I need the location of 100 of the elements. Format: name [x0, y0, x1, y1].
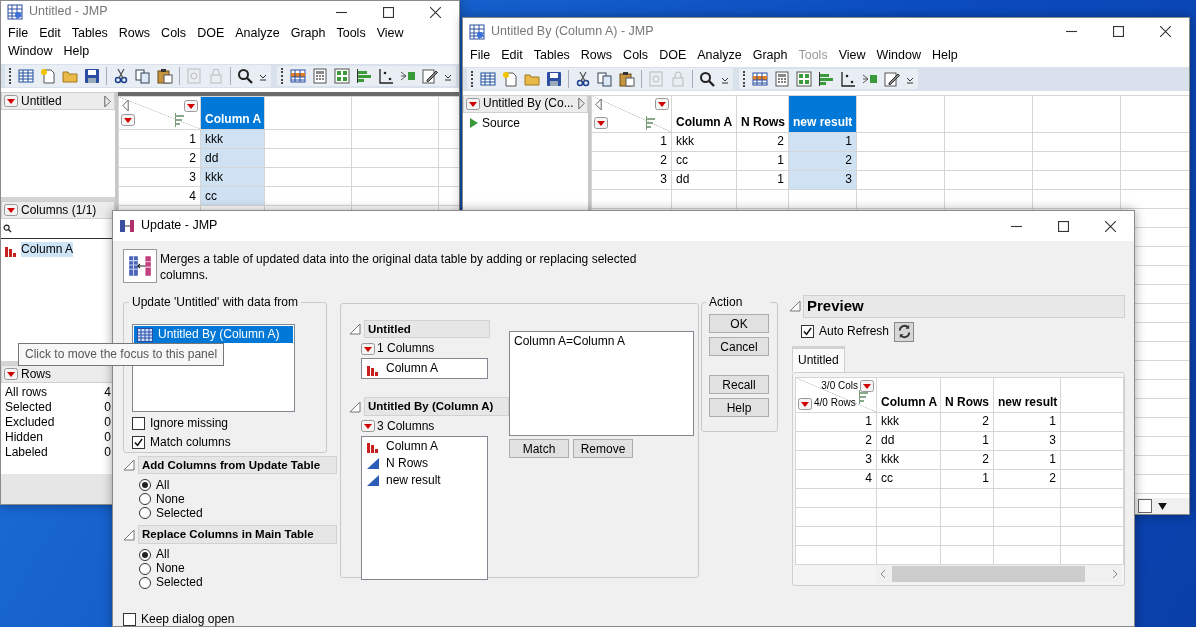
section-header[interactable]: Preview — [803, 295, 1125, 318]
search-icon[interactable] — [3, 224, 12, 234]
axes-icon[interactable] — [840, 70, 856, 87]
scrollbar-thumb[interactable] — [892, 565, 1085, 582]
menu-item[interactable]: Help — [927, 47, 964, 65]
list-item[interactable]: Column A — [363, 360, 486, 378]
menu-item[interactable]: Graph — [747, 47, 794, 65]
collapse-icon[interactable] — [121, 99, 130, 113]
grid-icon[interactable] — [334, 68, 350, 85]
checkbox[interactable] — [801, 325, 814, 339]
disclosure-icon[interactable] — [789, 300, 801, 313]
search-icon[interactable] — [699, 70, 715, 87]
maximize-icon[interactable] — [1113, 26, 1124, 37]
menu-item[interactable]: Cols — [618, 47, 655, 65]
folder-icon[interactable] — [62, 68, 78, 85]
column-item[interactable]: Column A — [21, 242, 74, 258]
menu-item[interactable]: Tables — [528, 47, 576, 65]
button[interactable]: OK — [709, 314, 769, 333]
close-icon[interactable] — [1105, 220, 1116, 232]
sort-icon[interactable] — [645, 115, 657, 130]
dropdown-icon[interactable] — [655, 98, 669, 111]
radio-button[interactable] — [139, 548, 151, 561]
spreadsheet-icon[interactable] — [752, 70, 768, 87]
pencil-icon[interactable] — [422, 68, 438, 85]
dropdown-icon[interactable] — [860, 380, 874, 392]
checkbox[interactable] — [132, 436, 145, 449]
expand-icon[interactable] — [103, 94, 112, 108]
button[interactable]: Cancel — [709, 337, 769, 356]
expand-icon[interactable] — [576, 97, 586, 111]
checkbox[interactable] — [123, 612, 136, 626]
section-header[interactable]: Replace Columns in Main Table — [138, 525, 337, 544]
radio-button[interactable] — [139, 493, 151, 506]
maximize-icon[interactable] — [383, 6, 394, 18]
list-item[interactable]: Column A — [363, 437, 486, 455]
calculator-icon[interactable] — [312, 68, 328, 85]
section-header[interactable]: Add Columns from Update Table — [138, 456, 337, 475]
disclosure-icon[interactable] — [123, 459, 135, 472]
scissors-icon[interactable] — [113, 68, 129, 85]
copy-icon[interactable] — [597, 70, 613, 87]
disclosure-icon[interactable] — [349, 323, 361, 336]
column-header[interactable]: Column A — [671, 95, 737, 133]
sort-icon[interactable] — [857, 389, 870, 404]
menu-item[interactable]: DOE — [192, 25, 231, 43]
column-header[interactable]: Column A — [200, 96, 265, 130]
column-list[interactable]: Column A N Rows new result — [361, 435, 488, 580]
column-header[interactable]: Column A — [876, 377, 941, 413]
grid-icon[interactable] — [796, 70, 812, 87]
button[interactable]: Remove — [573, 439, 633, 458]
menu-item[interactable]: Help — [58, 42, 96, 61]
dropdown-icon[interactable] — [184, 99, 198, 112]
dropdown-icon[interactable] — [4, 368, 18, 381]
table-icon[interactable] — [480, 70, 496, 87]
clipboard-icon[interactable] — [619, 70, 635, 87]
calculator-icon[interactable] — [774, 70, 790, 87]
column-header[interactable]: N Rows — [940, 377, 994, 413]
menu-item[interactable]: File — [465, 47, 497, 65]
save-icon[interactable] — [546, 70, 562, 87]
column-header[interactable]: new result — [788, 95, 857, 133]
menu-item[interactable]: Window — [871, 47, 927, 65]
save-icon[interactable] — [84, 68, 100, 85]
column-header[interactable]: new result — [993, 377, 1061, 413]
dropdown-icon[interactable] — [4, 95, 18, 108]
search-icon[interactable] — [237, 68, 253, 85]
close-icon[interactable] — [430, 6, 441, 18]
button[interactable]: Recall — [709, 375, 769, 394]
dropdown-icon[interactable] — [798, 397, 812, 410]
document-icon[interactable] — [40, 68, 56, 85]
refresh-button[interactable] — [894, 321, 915, 342]
dropdown-arrow-icon[interactable] — [1158, 502, 1167, 510]
match-list[interactable]: Column A=Column A — [509, 331, 694, 436]
menu-item[interactable]: View — [371, 25, 410, 43]
bar-chart-icon[interactable] — [818, 70, 834, 87]
clipboard-icon[interactable] — [157, 68, 173, 85]
pencil-icon[interactable] — [884, 70, 900, 87]
close-icon[interactable] — [1160, 26, 1171, 37]
axes-icon[interactable] — [378, 68, 394, 85]
section-header[interactable]: Untitled By (Column A) — [364, 397, 509, 416]
dropdown-icon[interactable] — [121, 114, 135, 127]
list-item[interactable]: N Rows — [363, 454, 486, 472]
list-item[interactable]: new result — [363, 471, 486, 489]
document-icon[interactable] — [502, 70, 518, 87]
menu-item[interactable]: Tools — [331, 25, 372, 43]
dropdown-icon[interactable] — [4, 204, 18, 217]
menu-item[interactable]: Graph — [285, 25, 332, 43]
menu-item[interactable]: File — [3, 25, 35, 43]
scroll-left-icon[interactable] — [880, 568, 886, 579]
dropdown-icon[interactable] — [361, 342, 375, 355]
checkbox-icon[interactable] — [1138, 499, 1152, 513]
menu-item[interactable]: Rows — [113, 25, 157, 43]
list-item[interactable]: Untitled By (Column A) — [134, 326, 293, 343]
menu-item[interactable]: Rows — [575, 47, 619, 65]
play-icon[interactable] — [469, 117, 479, 130]
scissors-icon[interactable] — [575, 70, 591, 87]
table-icon[interactable] — [18, 68, 34, 85]
button[interactable]: Help — [709, 398, 769, 417]
menu-item[interactable]: Analyze — [692, 47, 748, 65]
collapse-icon[interactable] — [594, 97, 603, 111]
radio-button[interactable] — [139, 562, 151, 575]
menu-item[interactable]: DOE — [654, 47, 693, 65]
disclosure-icon[interactable] — [123, 528, 135, 541]
